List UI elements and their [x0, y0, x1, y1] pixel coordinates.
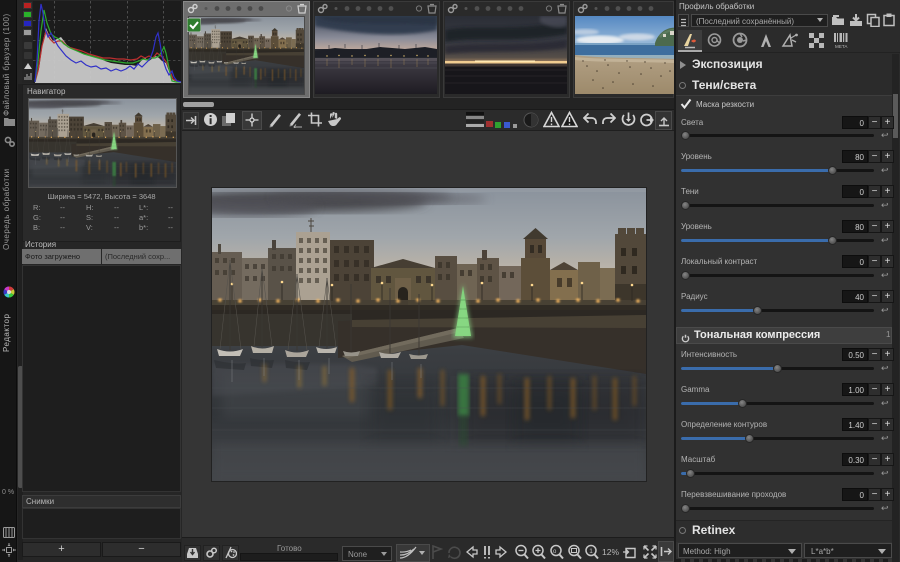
svg-text:1: 1 — [589, 548, 593, 555]
svg-text:META: META — [835, 44, 848, 49]
svg-text:o: o — [553, 549, 557, 555]
